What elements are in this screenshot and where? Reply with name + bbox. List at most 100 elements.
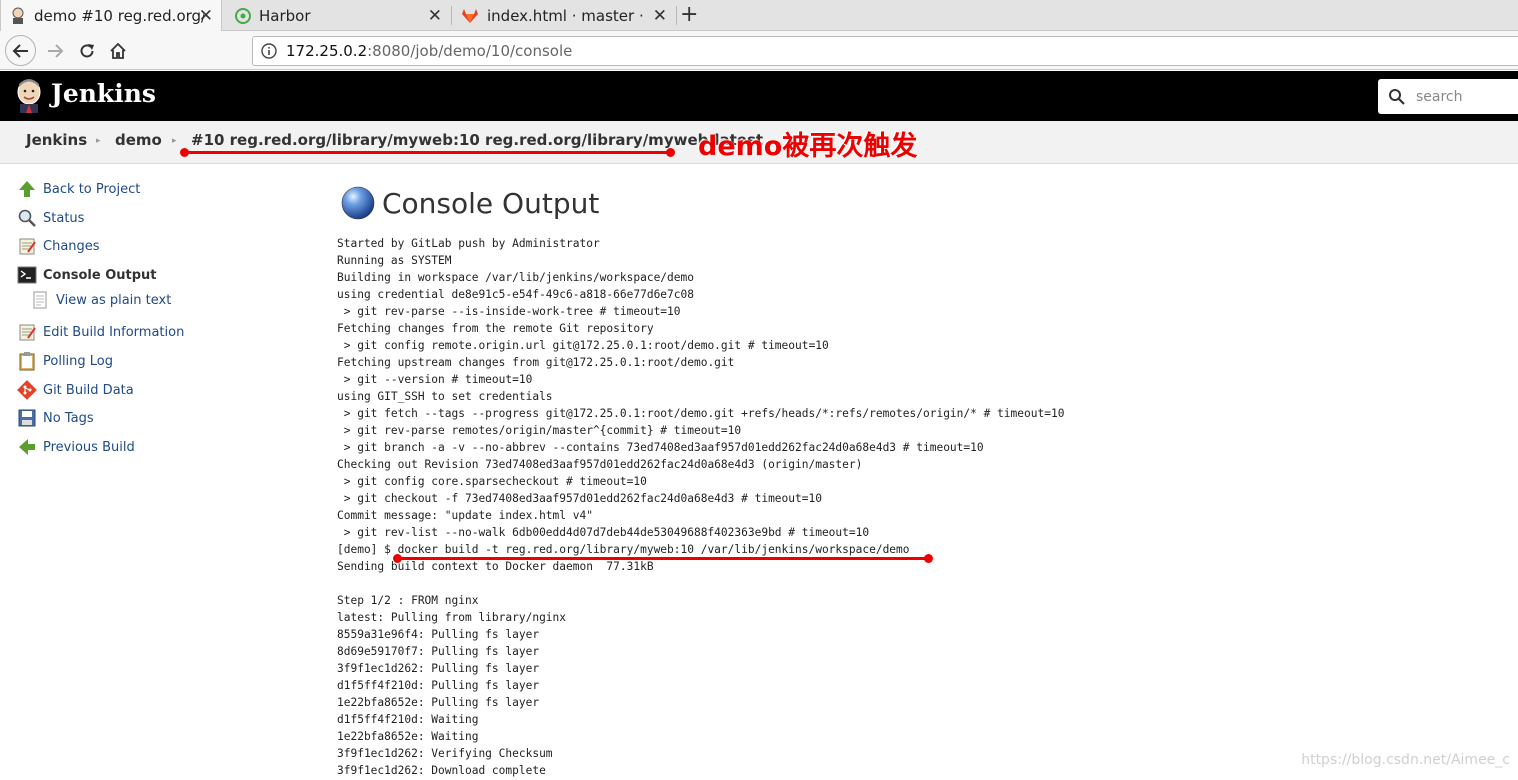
search-icon xyxy=(1389,89,1405,105)
console-line: d1f5ff4f210d: Pulling fs layer xyxy=(337,679,540,692)
breadcrumb-separator-icon: ▸ xyxy=(172,136,177,146)
reload-icon xyxy=(80,43,94,57)
tab-label: demo #10 reg.red.org/library/myweb:10 [J… xyxy=(34,6,204,25)
page-title: Console Output xyxy=(382,186,600,220)
sidebar-item-label: Edit Build Information xyxy=(43,324,185,340)
annotation-text: demo被再次触发 xyxy=(698,131,918,162)
tab-jenkins[interactable]: demo #10 reg.red.org/library/myweb:10 [J… xyxy=(0,0,222,31)
console-line: 8d69e59170f7: Pulling fs layer xyxy=(337,645,540,658)
sidebar-item-changes[interactable]: Changes xyxy=(17,236,100,256)
page-heading: Console Output xyxy=(340,185,599,221)
jenkins-favicon-icon xyxy=(12,7,24,24)
blue-ball-icon xyxy=(341,186,375,220)
console-line: 1e22bfa8652e: Waiting xyxy=(337,730,479,743)
sidebar-item-label: No Tags xyxy=(43,410,94,426)
gitlab-favicon-icon xyxy=(462,8,478,23)
sidebar-item-previous-build[interactable]: Previous Build xyxy=(17,437,135,457)
console-line: Fetching changes from the remote Git rep… xyxy=(337,322,654,335)
console-line: Fetching upstream changes from git@172.2… xyxy=(337,356,735,369)
console-line: latest: Pulling from library/nginx xyxy=(337,611,567,624)
jenkins-logo-icon[interactable] xyxy=(14,78,44,114)
annotation-underline xyxy=(398,557,930,560)
console-line: [demo] $ docker build -t reg.red.org/lib… xyxy=(337,543,910,556)
console-line: > git rev-parse remotes/origin/master^{c… xyxy=(337,424,742,437)
jenkins-header: Jenkins search xyxy=(0,71,1518,121)
tab-label: index.html · master · Administrator / de… xyxy=(487,6,647,25)
sidebar-item-label: Previous Build xyxy=(43,439,135,455)
clipboard-icon xyxy=(19,352,35,371)
magnifier-icon xyxy=(18,209,36,227)
breadcrumb-build[interactable]: #10 reg.red.org/library/myweb:10 reg.red… xyxy=(191,131,763,149)
console-line: 8559a31e96f4: Pulling fs layer xyxy=(337,628,540,641)
search-placeholder: search xyxy=(1416,88,1463,105)
sidebar-item-back-to-project[interactable]: Back to Project xyxy=(17,179,140,199)
breadcrumb-separator-icon: ▸ xyxy=(96,136,101,146)
document-icon xyxy=(33,291,47,309)
harbor-favicon-icon xyxy=(235,7,251,24)
left-arrow-icon xyxy=(19,439,35,455)
sidebar-item-label: View as plain text xyxy=(56,292,172,308)
console-line: Checking out Revision 73ed7408ed3aaf957d… xyxy=(337,458,863,471)
sidebar-item-label: Polling Log xyxy=(43,353,114,369)
sidebar-item-console-output[interactable]: Console Output xyxy=(17,265,157,285)
breadcrumb-jenkins[interactable]: Jenkins xyxy=(26,131,87,149)
tab-harbor[interactable]: Harbor ✕ xyxy=(226,0,450,31)
sidebar-item-label: Console Output xyxy=(43,267,157,283)
console-line: > git checkout -f 73ed7408ed3aaf957d01ed… xyxy=(337,492,822,505)
save-icon xyxy=(18,409,36,427)
console-line: > git config remote.origin.url git@172.2… xyxy=(337,339,829,352)
console-line: > git --version # timeout=10 xyxy=(337,373,533,386)
sidebar-item-label: Back to Project xyxy=(43,181,141,197)
up-arrow-icon xyxy=(19,181,35,197)
sidebar-item-status[interactable]: Status xyxy=(17,208,84,228)
console-line: > git branch -a -v --no-abbrev --contain… xyxy=(337,441,984,454)
console-line: 3f9f1ec1d262: Download complete xyxy=(337,764,546,777)
search-input[interactable]: search xyxy=(1378,79,1518,114)
info-icon[interactable] xyxy=(261,43,277,59)
console-line: > git rev-list --no-walk 6db00edd4d07d7d… xyxy=(337,526,870,539)
console-line: Step 1/2 : FROM nginx xyxy=(337,594,479,607)
jenkins-title[interactable]: Jenkins xyxy=(51,79,156,108)
tab-label: Harbor xyxy=(259,6,311,25)
sidebar-item-edit-build-information[interactable]: Edit Build Information xyxy=(17,322,184,342)
close-tab-icon[interactable]: ✕ xyxy=(653,6,667,26)
console-line: Running as SYSTEM xyxy=(337,254,452,267)
url-host: 172.25.0.2 xyxy=(286,42,368,60)
sidebar-item-label: Changes xyxy=(43,238,100,254)
console-line: using GIT_SSH to set credentials xyxy=(337,390,553,403)
sidebar-item-polling-log[interactable]: Polling Log xyxy=(17,351,113,371)
console-line: 3f9f1ec1d262: Pulling fs layer xyxy=(337,662,540,675)
forward-button[interactable] xyxy=(39,35,70,66)
sidebar-item-no-tags[interactable]: No Tags xyxy=(17,408,94,428)
console-line: > git fetch --tags --progress git@172.25… xyxy=(337,407,1065,420)
sidebar-item-git-build-data[interactable]: Git Build Data xyxy=(17,380,134,400)
home-button[interactable] xyxy=(102,35,133,66)
browser-tab-strip: demo #10 reg.red.org/library/myweb:10 [J… xyxy=(0,0,1518,31)
notepad-icon xyxy=(19,238,36,255)
forward-arrow-icon xyxy=(47,43,63,58)
watermark: https://blog.csdn.net/Aimee_c xyxy=(1301,752,1510,768)
sidebar-item-view-as-plain-text[interactable]: View as plain text xyxy=(30,290,171,310)
address-bar[interactable]: 172.25.0.2:8080/job/demo/10/console xyxy=(252,36,1518,66)
breadcrumb-demo[interactable]: demo xyxy=(115,131,162,149)
reload-button[interactable] xyxy=(71,35,102,66)
close-tab-icon[interactable]: ✕ xyxy=(199,6,213,26)
console-line: 1e22bfa8652e: Pulling fs layer xyxy=(337,696,540,709)
tab-gitlab[interactable]: index.html · master · Administrator / de… xyxy=(452,0,675,31)
back-arrow-icon xyxy=(12,43,28,58)
console-line: > git rev-parse --is-inside-work-tree # … xyxy=(337,305,681,318)
back-button[interactable] xyxy=(5,35,36,66)
annotation-dot xyxy=(666,148,675,157)
notepad-icon xyxy=(19,324,36,341)
console-line: Building in workspace /var/lib/jenkins/w… xyxy=(337,271,694,284)
console-line: d1f5ff4f210d: Waiting xyxy=(337,713,479,726)
git-icon xyxy=(17,380,37,400)
new-tab-icon[interactable]: + xyxy=(680,2,698,27)
browser-nav-bar: 172.25.0.2:8080/job/demo/10/console xyxy=(0,31,1518,70)
console-line: Sending build context to Docker daemon 7… xyxy=(337,560,654,573)
console-line: 3f9f1ec1d262: Verifying Checksum xyxy=(337,747,553,760)
home-icon xyxy=(109,42,126,59)
sidebar-item-label: Git Build Data xyxy=(43,382,134,398)
close-tab-icon[interactable]: ✕ xyxy=(428,6,442,26)
